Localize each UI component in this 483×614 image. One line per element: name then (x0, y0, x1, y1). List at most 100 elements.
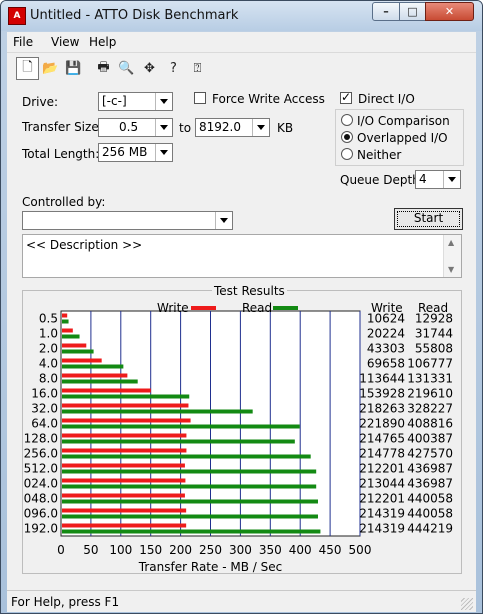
read-value: 131331 (407, 372, 453, 386)
legend-read-swatch (273, 306, 298, 310)
transfer-size-label: 1024.0 (23, 477, 58, 491)
read-bar (62, 364, 124, 369)
write-value: 153928 (359, 387, 405, 401)
total-length-select[interactable]: 256 MB (98, 143, 173, 162)
transfer-from-value: 0.5 (119, 120, 139, 134)
read-value: 436987 (407, 477, 453, 491)
transfer-size-label: 64.0 (31, 417, 58, 431)
chevron-down-icon[interactable] (252, 119, 269, 136)
transfer-size-label: 2048.0 (23, 492, 58, 506)
read-value: 31744 (415, 327, 453, 341)
write-bar (62, 433, 187, 438)
view-menu[interactable]: View (51, 35, 79, 49)
x-tick-label: 400 (289, 543, 312, 557)
read-value: 55808 (415, 342, 453, 356)
context-help-icon[interactable]: ⍰ (186, 57, 209, 80)
scroll-up-icon[interactable]: ▲ (448, 238, 454, 247)
write-bar (62, 358, 102, 363)
atto-app-icon: A (8, 7, 26, 25)
help-menu[interactable]: Help (89, 35, 116, 49)
overlapped-io-radio[interactable] (341, 131, 353, 143)
main-panel: Drive: [-c-] Force Write Access Direct I… (7, 84, 476, 590)
write-value: 10624 (367, 312, 405, 326)
x-tick-label: 50 (83, 543, 98, 557)
x-tick-label: 0 (57, 543, 65, 557)
queue-depth-value: 4 (419, 172, 427, 186)
write-bar (62, 508, 187, 513)
read-bar (62, 394, 190, 399)
description-textarea[interactable]: << Description >> ▲ ▼ (22, 234, 462, 278)
read-bar (62, 514, 318, 519)
total-length-label: Total Length: (22, 147, 100, 161)
description-scrollbar[interactable]: ▲ ▼ (443, 235, 461, 277)
print-preview-icon[interactable]: 🔍 (115, 57, 138, 80)
help-icon[interactable]: ? (162, 57, 185, 80)
legend-write-label: Write (157, 301, 189, 315)
read-bar (62, 319, 69, 324)
neither-radio[interactable] (341, 148, 353, 160)
direct-io-checkbox[interactable] (340, 90, 352, 104)
write-value: 218263 (359, 402, 405, 416)
chevron-down-icon[interactable] (155, 119, 172, 136)
x-tick-label: 100 (109, 543, 132, 557)
move-icon[interactable]: ✥ (138, 57, 161, 80)
read-value: 440058 (407, 492, 453, 506)
transfer-size-to-select[interactable]: 8192.0 (195, 118, 270, 137)
chevron-down-icon[interactable] (215, 212, 232, 229)
read-bar (62, 454, 311, 459)
chevron-down-icon[interactable] (155, 93, 172, 110)
force-write-checkbox[interactable] (194, 92, 206, 104)
transfer-size-label: 2.0 (39, 342, 58, 356)
read-bar (62, 469, 317, 474)
read-value: 328227 (407, 402, 453, 416)
transfer-size-label: 128.0 (24, 432, 58, 446)
write-bar (62, 328, 73, 333)
drive-value: [-c-] (102, 94, 127, 108)
transfer-size-label: 8192.0 (23, 522, 58, 536)
test-results-panel: Test Results 0 50 100 150 200 250 300 350 400 450… (22, 284, 462, 574)
queue-depth-select[interactable]: 4 (415, 170, 461, 189)
read-bar (62, 379, 138, 384)
new-file-icon[interactable]: 🗋 (16, 57, 39, 80)
chevron-down-icon[interactable] (443, 171, 460, 188)
to-label: to (179, 121, 192, 135)
read-bar (62, 334, 80, 339)
close-button[interactable]: ✕ (425, 2, 474, 21)
transfer-size-from-select[interactable]: 0.5 (98, 118, 173, 137)
print-icon[interactable]: 🖶 (92, 57, 115, 80)
title-bar[interactable]: A Untitled - ATTO Disk Benchmark – □ ✕ (1, 1, 482, 31)
file-menu[interactable]: File (13, 35, 33, 49)
x-tick-label: 250 (199, 543, 222, 557)
read-bar (62, 439, 295, 444)
x-tick-label: 300 (229, 543, 252, 557)
read-value: 106777 (407, 357, 453, 371)
write-bar (62, 313, 68, 318)
controlled-by-select[interactable] (22, 211, 233, 230)
test-results-chart: 0 50 100 150 200 250 300 350 400 450 500 Transfer R… (23, 301, 453, 574)
scroll-down-icon[interactable]: ▼ (448, 265, 454, 274)
transfer-size-label: Transfer Size: (22, 120, 103, 134)
read-value: 444219 (407, 522, 453, 536)
read-value: 219610 (407, 387, 453, 401)
io-comparison-radio[interactable] (341, 114, 353, 126)
io-comparison-label: I/O Comparison (357, 114, 450, 128)
x-tick-label: 500 (349, 543, 372, 557)
read-bar (62, 409, 253, 414)
start-button[interactable]: Start (394, 208, 463, 230)
write-bar (62, 493, 185, 498)
maximize-button[interactable]: □ (399, 2, 426, 21)
x-tick-label: 350 (259, 543, 282, 557)
transfer-size-label: 0.5 (39, 312, 58, 326)
resize-grip-icon[interactable] (461, 598, 473, 610)
minimize-button[interactable]: – (372, 2, 400, 21)
write-bar (62, 478, 186, 483)
drive-select[interactable]: [-c-] (98, 92, 173, 111)
toolbar: 🗋 📂 💾 🖶 🔍 ✥ ? ⍰ (7, 52, 476, 85)
read-value: 440058 (407, 507, 453, 521)
direct-io-label: Direct I/O (358, 92, 415, 106)
read-value: 427570 (407, 447, 453, 461)
open-folder-icon[interactable]: 📂 (39, 57, 62, 80)
save-icon[interactable]: 💾 (62, 57, 85, 80)
transfer-size-label: 16.0 (31, 387, 58, 401)
chevron-down-icon[interactable] (155, 144, 172, 161)
